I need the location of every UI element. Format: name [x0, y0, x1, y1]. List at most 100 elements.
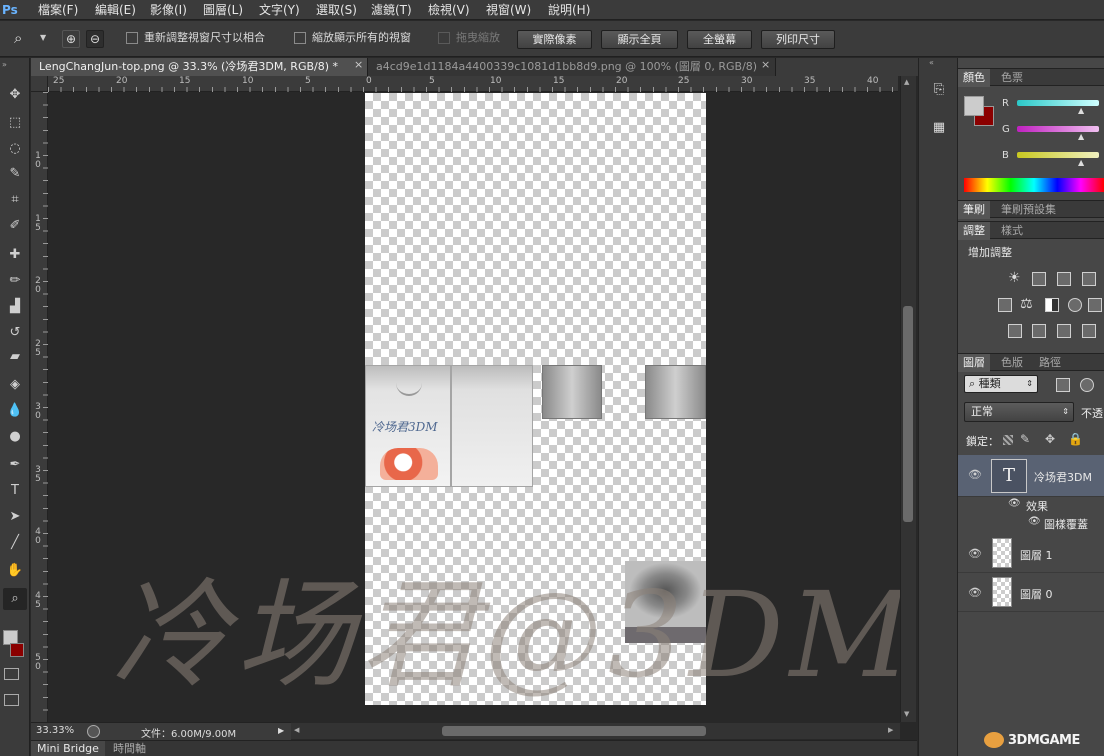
slider-thumb-icon[interactable]: ▲ — [1078, 158, 1084, 167]
close-icon[interactable]: × — [761, 58, 770, 71]
vertical-ruler[interactable]: 1 0 1 5 2 0 2 5 3 0 3 5 4 0 4 5 5 0 — [31, 92, 48, 722]
status-menu-icon[interactable]: ▶ — [278, 726, 284, 735]
horizontal-scrollbar[interactable]: ◀ ▶ — [290, 723, 900, 739]
close-icon[interactable]: × — [354, 58, 363, 71]
hand-tool-icon[interactable]: ✋ — [3, 560, 27, 582]
lock-transparency-icon[interactable] — [1003, 435, 1013, 445]
screen-mode-icon[interactable] — [4, 694, 19, 706]
balance-icon[interactable]: ⚖ — [1020, 296, 1033, 312]
tab-styles[interactable]: 樣式 — [996, 222, 1028, 240]
move-tool-icon[interactable]: ✥ — [3, 84, 27, 106]
slider-thumb-icon[interactable]: ▲ — [1078, 106, 1084, 115]
dodge-tool-icon[interactable]: ● — [3, 426, 27, 448]
chevron-down-icon[interactable]: ▼ — [40, 33, 46, 42]
tab-a4cd9e1d[interactable]: a4cd9e1d1184a4400339c1081d1bb8d9.png @ 1… — [368, 58, 776, 76]
tab-adjustments[interactable]: 調整 — [958, 222, 990, 240]
menu-image[interactable]: 影像(I) — [150, 0, 187, 20]
scrubby-zoom-checkbox[interactable] — [438, 32, 450, 44]
print-size-button[interactable]: 列印尺寸 — [761, 30, 835, 49]
scroll-left-icon[interactable]: ◀ — [294, 726, 299, 734]
eyedropper-tool-icon[interactable]: ✐ — [3, 215, 27, 237]
eraser-tool-icon[interactable]: ▰ — [3, 346, 27, 368]
crop-tool-icon[interactable]: ⌗ — [3, 189, 27, 211]
vibrance-icon[interactable] — [998, 298, 1012, 312]
vertical-scroll-thumb[interactable] — [903, 306, 913, 522]
tab-layers[interactable]: 圖層 — [958, 354, 990, 372]
tab-timeline[interactable]: 時間軸 — [107, 741, 152, 756]
status-info-icon[interactable] — [87, 725, 100, 738]
color-spectrum-bar[interactable] — [964, 178, 1104, 192]
tab-brush-presets[interactable]: 筆刷預設集 — [996, 201, 1061, 219]
layer-name[interactable]: 圖層 0 — [1020, 586, 1053, 602]
menu-window[interactable]: 視窗(W) — [486, 0, 531, 20]
eye-icon[interactable]: 👁 — [1008, 498, 1021, 509]
zoom-tool-active-icon[interactable]: ⌕ — [3, 588, 27, 610]
collapse-icon[interactable]: » — [2, 60, 7, 69]
paint-bucket-tool-icon[interactable]: ◈ — [3, 374, 27, 396]
zoom-in-icon[interactable]: ⊕ — [62, 30, 80, 48]
slider-thumb-icon[interactable]: ▲ — [1078, 132, 1084, 141]
tab-color[interactable]: 顏色 — [958, 69, 990, 87]
tab-paths[interactable]: 路徑 — [1034, 354, 1066, 372]
actual-pixels-button[interactable]: 實際像素 — [517, 30, 592, 49]
channel-mixer-icon[interactable] — [1088, 298, 1102, 312]
properties-panel-icon[interactable]: ▦ — [929, 120, 949, 140]
eye-icon[interactable]: 👁 — [968, 586, 982, 599]
menu-file[interactable]: 檔案(F) — [38, 0, 78, 20]
layer-name[interactable]: 冷场君3DM — [1034, 469, 1092, 485]
background-color-swatch[interactable] — [10, 643, 24, 657]
lock-all-icon[interactable]: 🔒 — [1068, 432, 1083, 446]
ruler-origin[interactable] — [31, 76, 48, 92]
menu-edit[interactable]: 編輯(E) — [95, 0, 136, 20]
layer-row-1[interactable]: 👁 圖層 1 — [958, 535, 1104, 573]
channel-r-slider[interactable] — [1017, 100, 1099, 106]
black-white-icon[interactable] — [1045, 298, 1059, 312]
lasso-tool-icon[interactable]: ◌ — [3, 138, 27, 160]
gradient-map-icon[interactable] — [1082, 324, 1096, 338]
fill-screen-button[interactable]: 全螢幕 — [687, 30, 752, 49]
tab-swatches[interactable]: 色票 — [996, 69, 1028, 87]
menu-help[interactable]: 說明(H) — [548, 0, 590, 20]
layer-name[interactable]: 圖層 1 — [1020, 547, 1053, 563]
tab-channels[interactable]: 色版 — [996, 354, 1028, 372]
vertical-scrollbar[interactable]: ▲ ▼ — [900, 76, 916, 722]
history-panel-icon[interactable]: ⎘ — [929, 82, 949, 102]
scroll-up-icon[interactable]: ▲ — [904, 78, 909, 86]
lock-position-icon[interactable]: ✥ — [1045, 432, 1055, 446]
blur-tool-icon[interactable]: 💧 — [3, 400, 27, 422]
collapse-icon[interactable]: « — [929, 58, 934, 67]
threshold-icon[interactable] — [1057, 324, 1071, 338]
pen-tool-icon[interactable]: ✒ — [3, 454, 27, 476]
layer-row-text[interactable]: 👁 T 冷场君3DM — [958, 455, 1104, 497]
zoom-out-icon[interactable]: ⊖ — [86, 30, 104, 48]
brush-tool-icon[interactable]: ✏ — [3, 270, 27, 292]
zoom-tool-icon[interactable]: ⌕ — [14, 29, 34, 49]
invert-icon[interactable] — [1008, 324, 1022, 338]
quick-select-tool-icon[interactable]: ✎ — [3, 163, 27, 185]
posterize-icon[interactable] — [1032, 324, 1046, 338]
quick-mask-icon[interactable] — [4, 668, 19, 680]
history-brush-tool-icon[interactable]: ↺ — [3, 322, 27, 344]
scroll-down-icon[interactable]: ▼ — [904, 710, 909, 718]
color-panel-foreground[interactable] — [964, 96, 984, 116]
channel-b-slider[interactable] — [1017, 152, 1099, 158]
levels-icon[interactable] — [1032, 272, 1046, 286]
exposure-icon[interactable] — [1082, 272, 1096, 286]
layer-filter-select[interactable]: ⌕ 種類 ⇕ — [964, 375, 1038, 393]
zoom-level[interactable]: 33.33% — [36, 725, 74, 736]
photo-filter-icon[interactable] — [1068, 298, 1082, 312]
brightness-icon[interactable]: ☀ — [1008, 270, 1021, 286]
tab-mini-bridge[interactable]: Mini Bridge — [31, 741, 105, 756]
curves-icon[interactable] — [1057, 272, 1071, 286]
resize-window-checkbox[interactable] — [126, 32, 138, 44]
zoom-all-windows-checkbox[interactable] — [294, 32, 306, 44]
blend-mode-select[interactable]: 正常 ⇕ — [964, 402, 1074, 422]
tab-brush[interactable]: 筆刷 — [958, 201, 990, 219]
type-tool-icon[interactable]: T — [3, 480, 27, 502]
layer-row-0[interactable]: 👁 圖層 0 — [958, 574, 1104, 612]
menu-type[interactable]: 文字(Y) — [259, 0, 300, 20]
menu-layer[interactable]: 圖層(L) — [203, 0, 243, 20]
menu-view[interactable]: 檢視(V) — [428, 0, 470, 20]
healing-brush-tool-icon[interactable]: ✚ — [3, 244, 27, 266]
horizontal-ruler[interactable]: 25 20 15 10 5 0 5 10 15 20 25 30 35 40 — [48, 76, 898, 92]
